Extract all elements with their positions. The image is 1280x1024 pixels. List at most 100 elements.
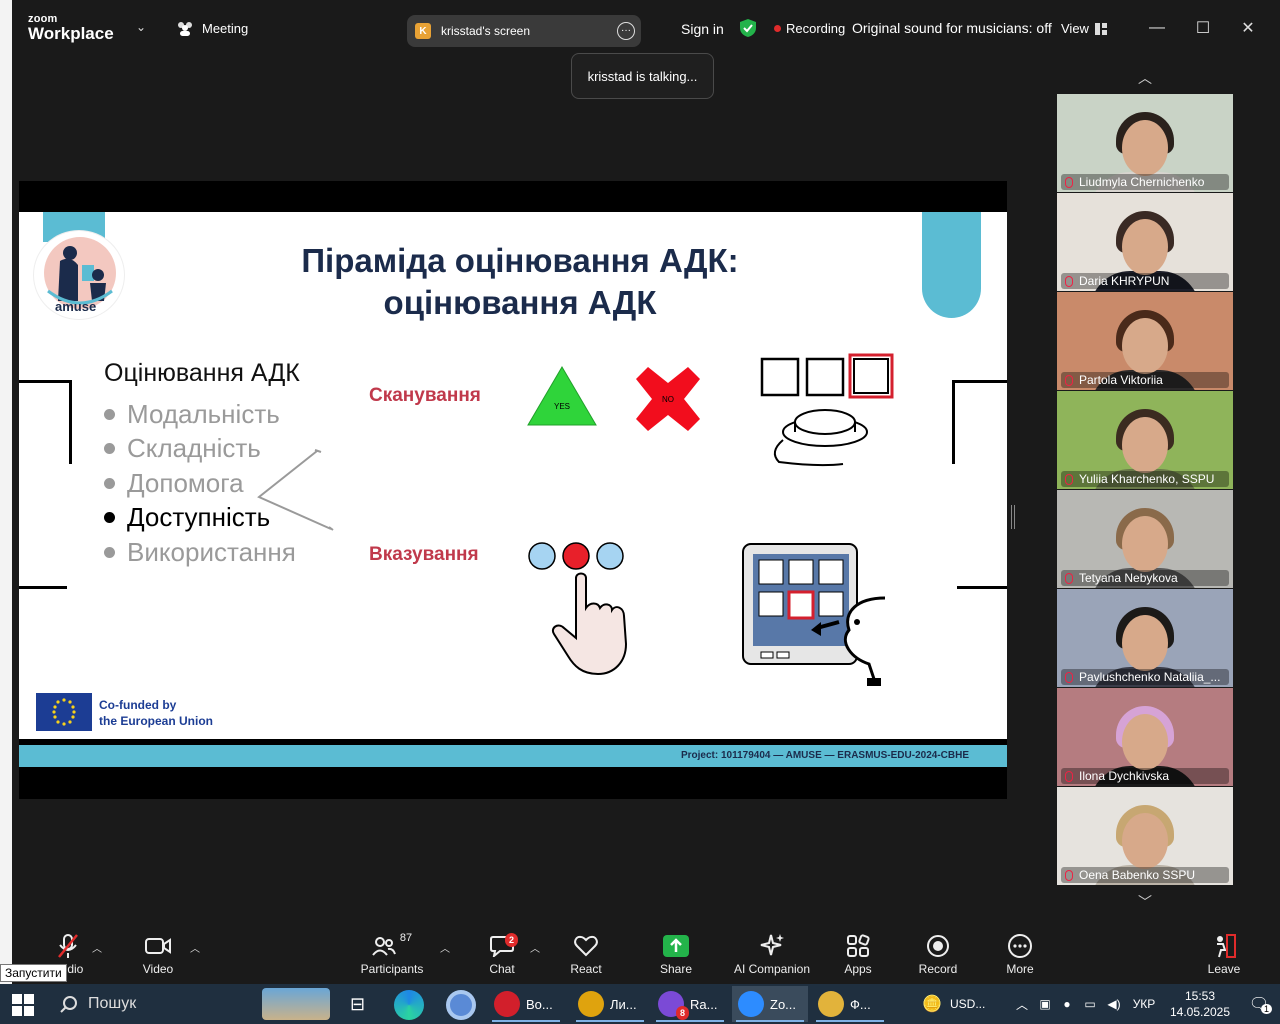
taskbar-app-button[interactable]: Zo...: [732, 986, 808, 1022]
more-options-icon[interactable]: ···: [617, 22, 635, 40]
participant-name: Oena Babenko SSPU: [1079, 868, 1196, 882]
switch-scanning-icon: [760, 353, 894, 467]
record-label: Record: [918, 962, 958, 976]
meeting-menu[interactable]: Meeting: [176, 20, 248, 36]
bullet-dot: [104, 512, 115, 524]
task-view-icon[interactable]: ⊟: [350, 994, 365, 1015]
slide-title-line2: оцінювання АДК: [383, 284, 657, 321]
search-highlight-image[interactable]: [262, 988, 330, 1020]
participant-tile[interactable]: Oena Babenko SSPU: [1057, 787, 1233, 885]
sign-in-link[interactable]: Sign in: [681, 21, 724, 37]
more-button[interactable]: More: [980, 932, 1060, 976]
participant-name-tag: Pavlushchenko Nataliia_...: [1061, 669, 1229, 685]
participants-caret-icon[interactable]: ︿: [440, 940, 450, 955]
maximize-icon[interactable]: ☐: [1191, 16, 1215, 40]
shared-screen-pill[interactable]: K krisstad's screen ···: [407, 15, 641, 47]
app-label: Во...: [526, 996, 553, 1012]
original-sound-status[interactable]: Original sound for musicians: off: [852, 20, 1052, 36]
bullet-dot: [104, 443, 115, 455]
language-indicator[interactable]: УКР: [1126, 997, 1162, 1011]
running-indicator: [492, 1020, 560, 1022]
taskbar-app-button[interactable]: Во...: [488, 986, 564, 1022]
ai-companion-button[interactable]: AI Companion: [722, 932, 822, 976]
chat-caret-icon[interactable]: ︿: [530, 940, 540, 955]
app-label: Ли...: [610, 996, 637, 1012]
recording-indicator[interactable]: Recording: [774, 21, 845, 36]
participant-tile[interactable]: Ilona Dychkivska: [1057, 688, 1233, 786]
apps-label: Apps: [844, 962, 872, 976]
volume-icon[interactable]: ◀): [1102, 997, 1126, 1011]
video-button[interactable]: Video: [118, 932, 198, 976]
bullet-text: Модальність: [127, 398, 280, 429]
gallery-up-arrow-icon[interactable]: ︿: [1057, 66, 1233, 90]
bullet-text: Допомога: [127, 467, 244, 498]
record-icon: [898, 932, 978, 960]
participant-name: Ilona Dychkivska: [1079, 769, 1170, 783]
leave-icon: [1184, 932, 1264, 960]
bullet-item: Модальність: [104, 397, 296, 432]
resize-handle[interactable]: [1011, 505, 1015, 529]
muted-mic-icon: [1065, 671, 1073, 683]
bullet-dot: [104, 408, 115, 420]
react-button[interactable]: React: [546, 932, 626, 976]
audio-options-caret-icon[interactable]: ︿: [92, 940, 102, 955]
taskbar-app-button[interactable]: Ф...: [812, 986, 888, 1022]
participant-tile[interactable]: Partola Viktoriia: [1057, 292, 1233, 390]
zoom-workplace-logo[interactable]: zoom Workplace: [28, 14, 114, 43]
video-label: Video: [142, 962, 174, 976]
taskbar-app-button[interactable]: Ли...: [572, 986, 648, 1022]
muted-mic-icon: [1065, 374, 1073, 386]
app-label: Zo...: [770, 996, 797, 1012]
mic-tray-icon[interactable]: ●: [1056, 997, 1078, 1011]
video-options-caret-icon[interactable]: ︿: [190, 940, 200, 955]
taskbar-app-button[interactable]: Ra... 8: [652, 986, 728, 1022]
share-button[interactable]: Share: [636, 932, 716, 976]
chromium-browser-icon[interactable]: [446, 990, 476, 1020]
sharer-avatar: K: [415, 23, 431, 39]
apps-button[interactable]: Apps: [818, 932, 898, 976]
stocks-widget-icon[interactable]: 🪙: [914, 984, 950, 1024]
participants-button[interactable]: 87 Participants: [352, 932, 432, 976]
running-indicator: [656, 1020, 724, 1022]
app-icon: [818, 991, 844, 1017]
close-icon[interactable]: ✕: [1236, 16, 1260, 40]
notification-count: 1: [1260, 1004, 1272, 1014]
windows-start-icon[interactable]: [12, 994, 34, 1021]
pointing-label: Вказування: [369, 544, 479, 565]
shared-screen: amuse Піраміда оцінювання АДК: оцінюванн…: [19, 181, 1007, 799]
leave-button[interactable]: Leave: [1184, 932, 1264, 976]
bullet-dot: [104, 477, 115, 489]
camera-tray-icon[interactable]: ▣: [1034, 997, 1056, 1011]
edge-browser-icon[interactable]: [394, 990, 424, 1020]
participant-tile[interactable]: Pavlushchenko Nataliia_...: [1057, 589, 1233, 687]
slide-title-line1: Піраміда оцінювання АДК:: [301, 242, 739, 279]
currency-widget[interactable]: USD...: [950, 997, 1010, 1011]
system-tray: 🪙 USD... ︿ ▣ ● ▭ ◀) УКР 15:53 14.05.2025…: [914, 984, 1280, 1024]
participant-tile[interactable]: Tetyana Nebykova: [1057, 490, 1233, 588]
chevron-down-icon[interactable]: ⌄: [136, 20, 146, 34]
bracket-bottom-left: [19, 586, 67, 589]
record-button[interactable]: Record: [898, 932, 978, 976]
participant-tile[interactable]: Yuliia Kharchenko, SSPU: [1057, 391, 1233, 489]
view-menu[interactable]: View: [1061, 21, 1107, 36]
tray-overflow-caret-icon[interactable]: ︿: [1010, 996, 1034, 1013]
participant-name: Partola Viktoriia: [1079, 373, 1163, 387]
muted-mic-icon: [1065, 869, 1073, 881]
notifications-icon[interactable]: 🗨 1: [1238, 994, 1280, 1014]
participant-name: Pavlushchenko Nataliia_...: [1079, 670, 1221, 684]
participant-tile[interactable]: Liudmyla Chernichenko: [1057, 94, 1233, 192]
app-icon: [578, 991, 604, 1017]
gallery-down-arrow-icon[interactable]: ﹀: [1057, 890, 1233, 914]
presentation-slide: amuse Піраміда оцінювання АДК: оцінюванн…: [19, 212, 1007, 739]
encryption-shield-icon[interactable]: [740, 19, 756, 37]
taskbar-search[interactable]: Пошук: [48, 984, 256, 1024]
heart-icon: [546, 932, 626, 960]
network-icon[interactable]: ▭: [1078, 997, 1102, 1011]
apps-grid-icon: [818, 932, 898, 960]
leave-label: Leave: [1207, 962, 1241, 976]
minimize-icon[interactable]: —: [1145, 16, 1169, 40]
participant-tile[interactable]: Daria KHRYPUN: [1057, 193, 1233, 291]
bullet-item: Використання: [104, 535, 296, 570]
participant-face: [1122, 219, 1168, 275]
clock[interactable]: 15:53 14.05.2025: [1162, 988, 1238, 1020]
